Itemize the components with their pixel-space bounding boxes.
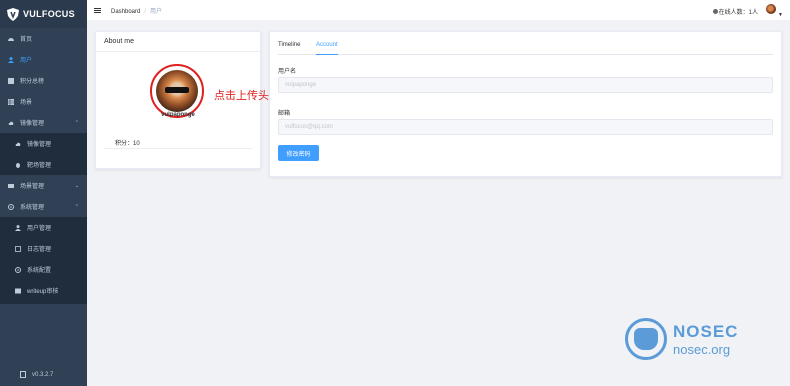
person-icon xyxy=(712,9,718,14)
submenu-image: 镜像管理 靶场管理 xyxy=(0,133,87,175)
nosec-watermark: NOSEC nosec.org xyxy=(625,318,738,360)
rank-icon xyxy=(8,77,14,84)
account-card: Timeline Account 用户名 vulpaponge 邮箱 vulfo… xyxy=(269,31,782,177)
sidebar-item-scene-mgmt[interactable]: 场景管理 ⌄ xyxy=(0,175,87,196)
change-password-button[interactable]: 修改密码 xyxy=(278,145,319,161)
nosec-logo-icon xyxy=(625,318,667,360)
email-field[interactable]: vulfocus@qq.com xyxy=(278,119,773,135)
version-label: v0.3.2.7 xyxy=(32,371,54,378)
user-avatar-upload[interactable] xyxy=(156,70,198,112)
breadcrumb-separator: / xyxy=(144,8,147,15)
chevron-up-icon: ⌃ xyxy=(74,203,79,210)
tab-timeline[interactable]: Timeline xyxy=(278,42,300,55)
bug-icon xyxy=(16,162,20,168)
doc-icon xyxy=(15,288,21,293)
sidebar-item-image-list[interactable]: 镜像管理 xyxy=(0,133,87,154)
user-icon xyxy=(8,56,14,63)
sidebar-item-system-mgmt[interactable]: 系统管理 ⌃ xyxy=(0,196,87,217)
avatar-image xyxy=(165,87,189,93)
sidebar-item-label: 镜像管理 xyxy=(27,142,52,148)
dashboard-icon xyxy=(8,37,14,41)
email-label: 邮箱 xyxy=(278,111,291,117)
about-me-card: About me vulpaponge 点击上传头像 积分：10 xyxy=(95,31,280,169)
avatar-highlight-circle xyxy=(150,64,204,118)
sidebar-item-sys-config[interactable]: 系统配置 xyxy=(0,259,87,280)
breadcrumb-current: 用户 xyxy=(150,8,163,15)
profile-username: vulpaponge xyxy=(161,112,195,118)
sidebar-item-range-mgmt[interactable]: 靶场管理 xyxy=(0,154,87,175)
watermark-url: nosec.org xyxy=(673,341,731,357)
caret-down-icon[interactable]: ▼ xyxy=(778,12,783,18)
breadcrumb-root[interactable]: Dashboard xyxy=(111,9,140,15)
chevron-up-icon: ⌃ xyxy=(74,119,79,126)
version-info: v0.3.2.7 xyxy=(20,371,53,378)
log-icon xyxy=(15,245,21,252)
divider xyxy=(104,148,252,149)
gear-icon xyxy=(8,203,14,210)
chevron-down-icon: ⌄ xyxy=(74,182,79,189)
submenu-system: 用户管理 日志管理 系统配置 writeup审核 xyxy=(0,217,87,304)
username-label: 用户名 xyxy=(278,69,297,75)
score-label: 积分：10 xyxy=(115,141,140,147)
top-navbar: Dashboard / 用户 在线人数：1人 ▼ xyxy=(87,0,790,20)
online-count: 在线人数：1人 xyxy=(712,7,758,16)
tab-bar: Timeline Account xyxy=(278,42,773,55)
sidebar-item-label: 靶场管理 xyxy=(27,163,52,169)
sidebar: VULFOCUS 首页 用户 积分总榜 场景 镜像管理 ⌃ 镜像管理 靶场管理 … xyxy=(0,0,87,386)
bookmark-icon xyxy=(20,371,26,378)
sidebar-item-image-mgmt[interactable]: 镜像管理 ⌃ xyxy=(0,112,87,133)
brand-logo[interactable]: VULFOCUS xyxy=(0,0,87,28)
online-count-label: 在线人数：1人 xyxy=(718,10,758,16)
tab-account[interactable]: Account xyxy=(316,42,338,55)
watermark-title: NOSEC xyxy=(673,321,739,341)
sidebar-item-home[interactable]: 首页 xyxy=(0,28,87,49)
sidebar-item-log-mgmt[interactable]: 日志管理 xyxy=(0,238,87,259)
sidebar-item-label: 日志管理 xyxy=(27,247,52,253)
card-title: About me xyxy=(96,32,260,52)
sidebar-item-user[interactable]: 用户 xyxy=(0,49,87,70)
cloud-icon xyxy=(8,121,14,125)
sidebar-item-label: 积分总榜 xyxy=(20,79,45,85)
hamburger-icon[interactable] xyxy=(94,7,101,13)
scene-icon xyxy=(8,183,14,188)
breadcrumb: Dashboard / 用户 xyxy=(111,6,162,15)
sidebar-item-label: 系统配置 xyxy=(27,268,52,274)
sidebar-item-scene[interactable]: 场景 xyxy=(0,91,87,112)
sidebar-item-label: 系统管理 xyxy=(20,205,45,211)
sidebar-item-label: 首页 xyxy=(20,37,33,43)
sidebar-item-label: 镜像管理 xyxy=(20,121,45,127)
sidebar-item-writeup-review[interactable]: writeup审核 xyxy=(0,280,87,301)
sidebar-item-label: writeup审核 xyxy=(27,289,59,295)
gear-icon xyxy=(15,266,21,273)
sidebar-item-user-mgmt[interactable]: 用户管理 xyxy=(0,217,87,238)
user-icon xyxy=(15,224,21,231)
sidebar-item-label: 场景管理 xyxy=(20,184,45,190)
sidebar-item-label: 用户 xyxy=(20,58,33,64)
sidebar-item-label: 用户管理 xyxy=(27,226,52,232)
shield-icon xyxy=(7,7,19,21)
sidebar-item-label: 场景 xyxy=(20,100,33,106)
brand-name: VULFOCUS xyxy=(23,9,75,19)
username-field[interactable]: vulpaponge xyxy=(278,77,773,93)
table-icon xyxy=(8,98,14,105)
sidebar-item-rank[interactable]: 积分总榜 xyxy=(0,70,87,91)
cloud-icon xyxy=(15,142,21,146)
avatar[interactable] xyxy=(766,4,776,14)
